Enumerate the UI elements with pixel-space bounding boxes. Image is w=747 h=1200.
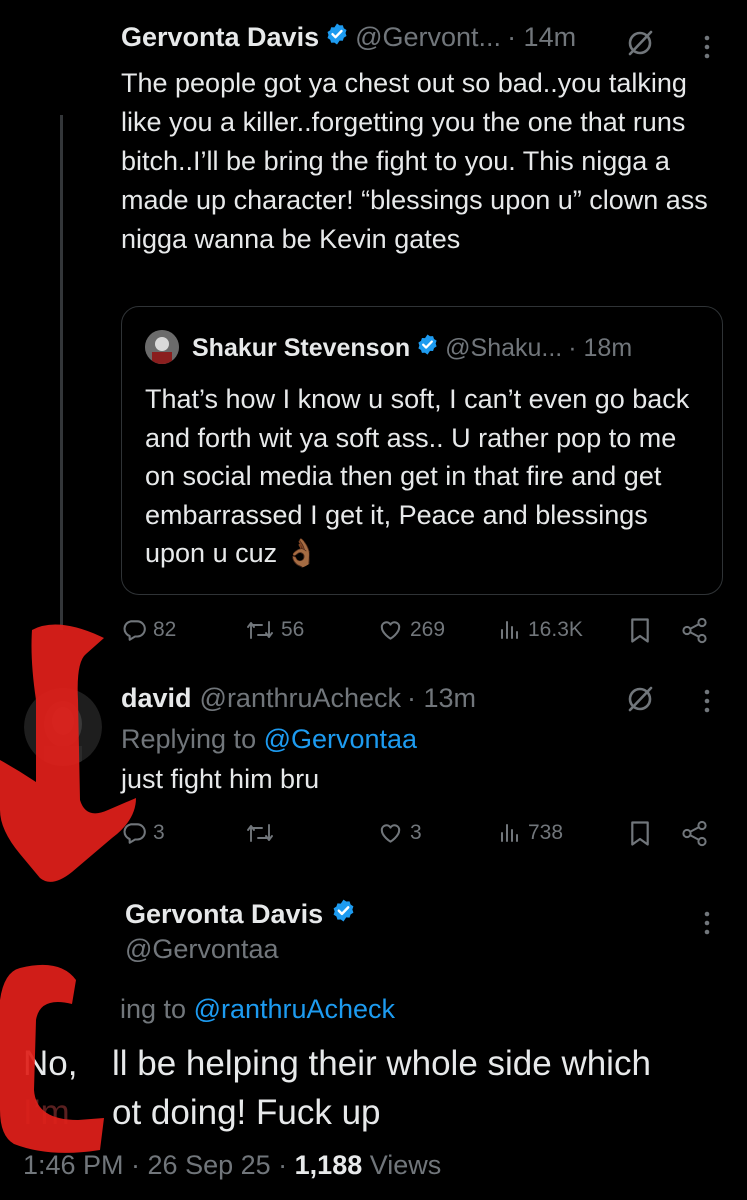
grok-icon[interactable]: [625, 28, 655, 63]
more-icon[interactable]: [702, 34, 712, 65]
repost-button[interactable]: [245, 820, 275, 846]
tweet1-author-name[interactable]: Gervonta Davis: [121, 22, 319, 53]
verified-badge-icon: [325, 22, 349, 53]
quote-avatar[interactable]: [145, 330, 179, 364]
like-button[interactable]: 269: [377, 617, 445, 643]
tweet2-replying-to: Replying to @Gervontaa: [121, 724, 417, 755]
tweet1-time[interactable]: · 14m: [507, 22, 576, 53]
tweet3-replying-to: ing to @ranthruAcheck: [120, 994, 395, 1025]
like-icon: [380, 824, 401, 843]
replying-prefix-partial: ing to: [120, 994, 194, 1024]
tweet2-text: just fight him bru: [121, 764, 320, 794]
quote-text: That’s how I know u soft, I can’t even g…: [145, 384, 690, 568]
more-icon[interactable]: [702, 910, 712, 941]
tweet3-author-name[interactable]: Gervonta Davis: [125, 899, 323, 930]
share-icon[interactable]: [681, 820, 709, 852]
more-icon[interactable]: [702, 688, 712, 719]
views-button[interactable]: 16.3K: [498, 617, 583, 643]
tweet2-header: david @ranthruAcheck · 13m: [121, 683, 476, 714]
repost-count: 56: [281, 618, 305, 641]
bookmark-icon[interactable]: [629, 820, 651, 852]
views-count: 738: [528, 821, 564, 844]
views-icon: [501, 621, 518, 639]
repost-icon: [247, 621, 273, 639]
like-count: 3: [410, 821, 422, 844]
tweet1-author-handle[interactable]: @Gervont...: [355, 22, 501, 53]
quote-author-name: Shakur Stevenson: [192, 333, 411, 362]
like-button[interactable]: 3: [377, 820, 422, 846]
views-count: 16.3K: [528, 618, 583, 641]
tweet2-author-handle[interactable]: @ranthruAcheck: [200, 683, 402, 714]
like-count: 269: [410, 618, 446, 641]
tweet3-views-label: Views: [362, 1150, 442, 1180]
grok-icon[interactable]: [625, 684, 655, 719]
verified-badge-icon: [416, 333, 439, 363]
red-bracket-annotation: [0, 964, 104, 1153]
bookmark-icon[interactable]: [629, 617, 651, 649]
tweet2-time[interactable]: · 13m: [407, 683, 476, 714]
views-button[interactable]: 738: [498, 820, 563, 846]
quote-author-handle: @Shaku...: [445, 333, 563, 362]
tweet1-text: The people got ya chest out so bad..you …: [121, 68, 708, 254]
tweet3-views-count: 1,188: [294, 1150, 363, 1180]
reply-count: 3: [153, 821, 165, 844]
tweet3-header: Gervonta Davis: [125, 898, 356, 930]
red-arrow-annotation: [0, 624, 136, 882]
repost-icon: [247, 824, 273, 842]
repost-button[interactable]: 56: [245, 617, 304, 643]
tweet3-author-handle[interactable]: @Gervontaa: [125, 934, 278, 965]
views-icon: [501, 824, 518, 842]
like-icon: [380, 621, 401, 640]
share-icon[interactable]: [681, 617, 709, 649]
quote-header: Shakur Stevenson @Shaku... · 18m: [192, 333, 632, 363]
tweet3-line1-end: ll be helping their whole side which: [112, 1044, 651, 1083]
tweet1-header: Gervonta Davis @Gervont... · 14m: [121, 22, 576, 53]
replying-to-link[interactable]: @ranthruAcheck: [194, 994, 396, 1025]
quote-time: · 18m: [568, 333, 633, 362]
verified-badge-icon: [331, 898, 356, 930]
replying-to-link[interactable]: @Gervontaa: [264, 724, 417, 755]
reply-count: 82: [153, 618, 177, 641]
thread-line: [60, 115, 63, 630]
tweet3-line2-end: ot doing! Fuck up: [112, 1093, 381, 1132]
